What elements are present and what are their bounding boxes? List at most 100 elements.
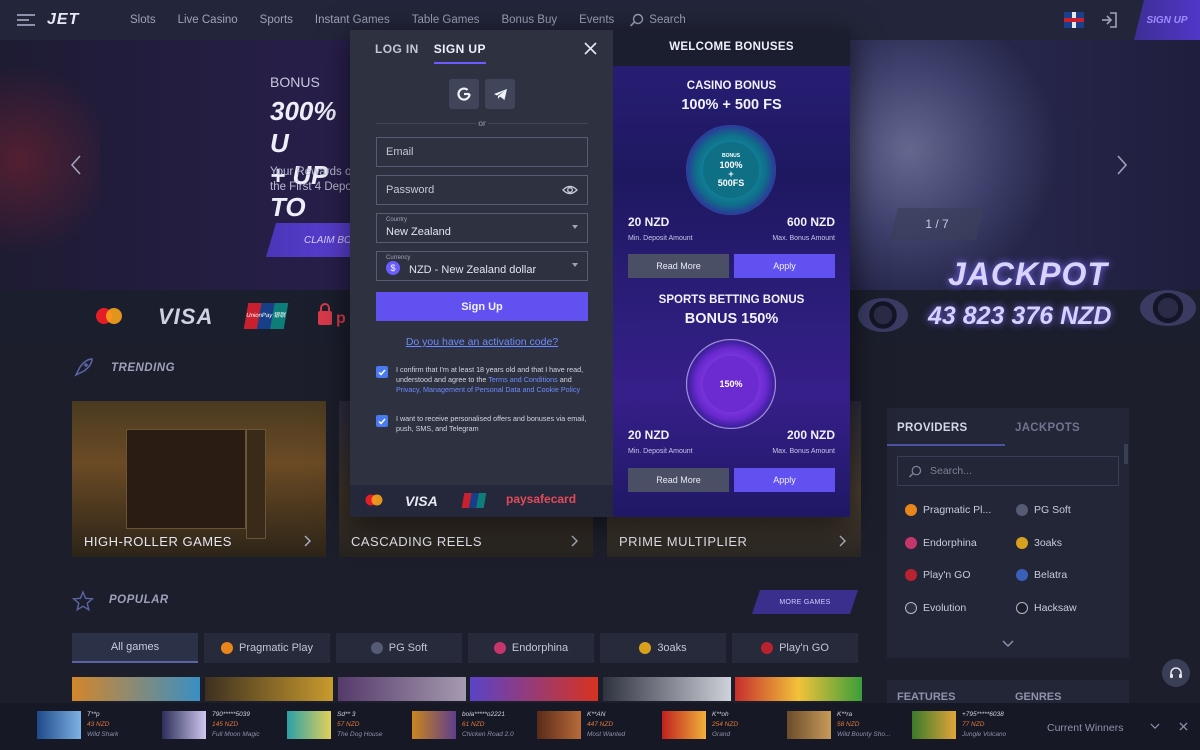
- casino-read-more-button[interactable]: Read More: [628, 254, 729, 278]
- tab-label: 3oaks: [657, 642, 687, 654]
- provider-tabs: All games Pragmatic Play PG Soft Endorph…: [72, 633, 858, 663]
- chevron-right-icon[interactable]: [1116, 155, 1128, 175]
- chevron-down-icon[interactable]: [1150, 723, 1160, 730]
- sports-badge-inner: 150%: [703, 356, 759, 412]
- eye-icon[interactable]: [562, 183, 578, 197]
- casino-apply-button[interactable]: Apply: [734, 254, 835, 278]
- tab-playn-go[interactable]: Play'n GO: [732, 633, 858, 663]
- nav-link-events[interactable]: Events: [568, 14, 625, 26]
- country-label: Country: [386, 217, 408, 223]
- winner-game: Jungle Volcano: [962, 731, 1007, 738]
- privacy-policy-link[interactable]: Privacy, Management of Personal Data and…: [396, 385, 580, 394]
- provider-item-hacksaw[interactable]: Hacksaw: [1008, 592, 1119, 625]
- provider-item-pragmatic[interactable]: Pragmatic Pl...: [897, 494, 1008, 527]
- email-field[interactable]: [376, 137, 588, 167]
- or-label: or: [476, 118, 488, 128]
- tab-log-in[interactable]: LOG IN: [375, 42, 419, 64]
- nav-link-bonus-buy[interactable]: Bonus Buy: [490, 14, 568, 26]
- tile-label: PRIME MULTIPLIER: [619, 534, 748, 549]
- providers-scrollbar[interactable]: [1124, 444, 1128, 464]
- 3oaks-icon: [639, 642, 652, 654]
- marketing-consent-checkbox[interactable]: [376, 415, 388, 427]
- menu-icon[interactable]: [17, 11, 35, 29]
- signup-top-button[interactable]: SIGN UP: [1134, 0, 1200, 40]
- auth-tabs: LOG IN SIGN UP: [375, 42, 486, 64]
- winner-name: bola*****o2221: [462, 711, 506, 718]
- chevron-left-icon[interactable]: [70, 155, 82, 175]
- svg-text:p: p: [336, 310, 346, 327]
- winner-name: Sd** 3: [337, 711, 356, 718]
- game-thumb: [662, 711, 706, 739]
- game-thumb: [537, 711, 581, 739]
- tab-features[interactable]: FEATURES: [897, 691, 955, 703]
- game-thumb[interactable]: [72, 677, 200, 701]
- provider-item-3oaks[interactable]: 3oaks: [1008, 527, 1119, 560]
- casino-min-deposit: 20 NZD: [628, 215, 670, 229]
- game-thumb[interactable]: [735, 677, 862, 701]
- nav-search-label: Search: [649, 14, 686, 26]
- search-icon: [908, 465, 922, 478]
- game-thumb[interactable]: [470, 677, 598, 701]
- winner-name: K**ra: [837, 711, 853, 718]
- chevron-down-icon[interactable]: [1002, 640, 1014, 648]
- email-input[interactable]: [377, 138, 587, 166]
- tab-label: Endorphina: [511, 642, 569, 654]
- tab-3oaks[interactable]: 3oaks: [600, 633, 726, 663]
- unionpay-logo: UnionPay 银联: [243, 303, 289, 329]
- provider-label: Pragmatic Pl...: [923, 504, 992, 517]
- tab-all-games[interactable]: All games: [72, 633, 198, 663]
- google-signup-button[interactable]: [449, 79, 479, 109]
- sports-max-bonus: 200 NZD: [786, 428, 835, 442]
- login-icon[interactable]: [1100, 11, 1118, 29]
- provider-item-evolution[interactable]: Evolution: [897, 592, 1008, 625]
- provider-item-playn-go[interactable]: Play'n GO: [897, 559, 1008, 592]
- nav-link-sports[interactable]: Sports: [249, 14, 304, 26]
- telegram-signup-button[interactable]: [485, 79, 515, 109]
- tab-endorphina[interactable]: Endorphina: [468, 633, 594, 663]
- nav-link-slots[interactable]: Slots: [119, 14, 167, 26]
- tab-sign-up[interactable]: SIGN UP: [433, 42, 486, 64]
- claim-bonus-button[interactable]: CLAIM BO: [266, 223, 356, 257]
- game-thumb[interactable]: [205, 677, 333, 701]
- sports-apply-button[interactable]: Apply: [734, 468, 835, 492]
- provider-item-belatra[interactable]: Belatra: [1008, 559, 1119, 592]
- game-thumb[interactable]: [603, 677, 731, 701]
- more-games-button[interactable]: MORE GAMES: [752, 590, 858, 614]
- country-select[interactable]: Country New Zealand: [376, 213, 588, 243]
- close-icon[interactable]: [1179, 722, 1188, 731]
- provider-item-endorphina[interactable]: Endorphina: [897, 527, 1008, 560]
- tile-label: HIGH-ROLLER GAMES: [84, 534, 232, 549]
- close-icon[interactable]: [584, 42, 597, 55]
- endorphina-icon: [905, 536, 917, 549]
- uk-flag-icon[interactable]: [1064, 12, 1084, 28]
- casino-max-bonus-label: Max. Bonus Amount: [772, 235, 835, 242]
- providers-search[interactable]: Search...: [897, 456, 1119, 486]
- password-input[interactable]: [377, 176, 587, 204]
- nav-link-instant-games[interactable]: Instant Games: [304, 14, 401, 26]
- provider-item-pg-soft[interactable]: PG Soft: [1008, 494, 1119, 527]
- tab-providers[interactable]: PROVIDERS: [887, 408, 1005, 446]
- tab-pg-soft[interactable]: PG Soft: [336, 633, 462, 663]
- winner-amount: 57 NZD: [337, 721, 360, 728]
- activation-code-link[interactable]: Do you have an activation code?: [376, 336, 588, 348]
- logo[interactable]: JET: [47, 11, 107, 29]
- nav-link-live-casino[interactable]: Live Casino: [167, 14, 249, 26]
- sports-read-more-button[interactable]: Read More: [628, 468, 729, 492]
- password-field[interactable]: [376, 175, 588, 205]
- terms-link[interactable]: Terms and Conditions: [488, 375, 558, 384]
- nav-link-table-games[interactable]: Table Games: [401, 14, 491, 26]
- tab-jackpots[interactable]: JACKPOTS: [1005, 408, 1123, 446]
- casino-chip-art: [858, 298, 908, 332]
- tab-genres[interactable]: GENRES: [1015, 691, 1061, 703]
- casino-bonus-title: CASINO BONUS: [686, 80, 777, 92]
- provider-label: Play'n GO: [923, 569, 971, 582]
- sign-up-button[interactable]: Sign Up: [376, 292, 588, 321]
- tab-pragmatic-play[interactable]: Pragmatic Play: [204, 633, 330, 663]
- welcome-bonuses-panel: WELCOME BONUSES CASINO BONUS 100% + 500 …: [613, 30, 850, 517]
- nav-search[interactable]: Search: [629, 13, 686, 27]
- age-terms-checkbox[interactable]: [376, 366, 388, 378]
- trending-tile-high-roller[interactable]: HIGH-ROLLER GAMES: [72, 401, 326, 557]
- game-thumb[interactable]: [338, 677, 466, 701]
- support-chat-button[interactable]: [1162, 659, 1190, 687]
- currency-select[interactable]: Currency $ NZD - New Zealand dollar: [376, 251, 588, 281]
